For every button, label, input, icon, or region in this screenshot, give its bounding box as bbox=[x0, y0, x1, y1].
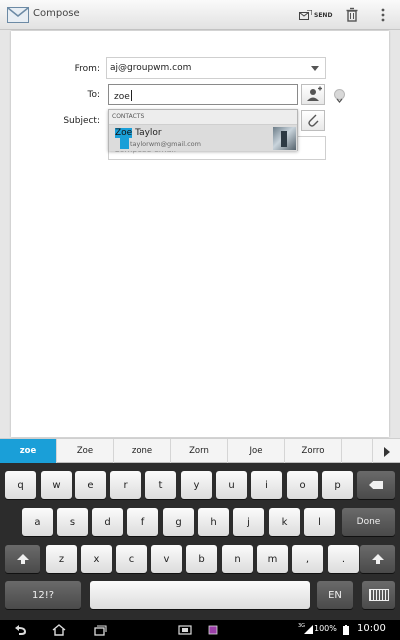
send-icon bbox=[299, 9, 312, 20]
key-x[interactable]: x bbox=[81, 545, 112, 573]
key-g[interactable]: g bbox=[163, 508, 194, 536]
app-title: Compose bbox=[33, 8, 80, 19]
clock: 10:00 bbox=[357, 623, 386, 634]
key-l[interactable]: l bbox=[304, 508, 335, 536]
send-label: SEND bbox=[314, 11, 333, 19]
more-suggestions-arrow-icon[interactable] bbox=[372, 439, 400, 464]
key-a[interactable]: a bbox=[22, 508, 53, 536]
contact-highlight-marker bbox=[120, 138, 129, 149]
trash-icon[interactable] bbox=[343, 6, 361, 24]
shift-key-left[interactable] bbox=[5, 545, 40, 573]
contact-name-match: Zoe bbox=[115, 128, 133, 138]
key-k[interactable]: k bbox=[269, 508, 300, 536]
shift-key-right[interactable] bbox=[360, 545, 395, 573]
key-c[interactable]: c bbox=[116, 545, 147, 573]
text-cursor bbox=[130, 90, 132, 101]
key-comma[interactable]: , bbox=[292, 545, 323, 573]
chevron-down-icon bbox=[311, 66, 319, 71]
contact-name-rest: Taylor bbox=[132, 128, 162, 138]
key-b[interactable]: b bbox=[186, 545, 217, 573]
suggestions-header-bar: CONTACTS bbox=[109, 110, 297, 125]
suggestions-header: CONTACTS bbox=[112, 113, 145, 120]
key-q[interactable]: q bbox=[5, 471, 36, 499]
attach-button[interactable] bbox=[301, 110, 325, 131]
key-period[interactable]: . bbox=[328, 545, 359, 573]
key-d[interactable]: d bbox=[92, 508, 123, 536]
word-suggestion[interactable]: Zoe bbox=[57, 439, 114, 464]
from-account-value: aj@groupwm.com bbox=[110, 63, 192, 73]
word-suggestion[interactable]: Zorro bbox=[285, 439, 342, 464]
key-z[interactable]: z bbox=[46, 545, 77, 573]
to-field-value: zoe bbox=[114, 92, 130, 102]
done-key[interactable]: Done bbox=[342, 508, 395, 536]
backspace-icon[interactable] bbox=[357, 471, 395, 499]
key-f[interactable]: f bbox=[127, 508, 158, 536]
to-field[interactable]: zoe bbox=[108, 84, 298, 105]
key-r[interactable]: r bbox=[110, 471, 141, 499]
key-u[interactable]: u bbox=[216, 471, 247, 499]
keyboard: q w e r t y u i o p a s d f g h j k l Do… bbox=[0, 463, 400, 620]
subject-label: Subject: bbox=[63, 116, 100, 126]
recents-icon[interactable] bbox=[91, 623, 107, 637]
key-i[interactable]: i bbox=[251, 471, 282, 499]
contact-suggestions: CONTACTS Zoe Taylor taylorwm@gmail.com bbox=[108, 109, 298, 151]
key-e[interactable]: e bbox=[75, 471, 106, 499]
from-label: From: bbox=[74, 64, 100, 74]
word-suggestion[interactable]: Joe bbox=[228, 439, 285, 464]
word-suggestion[interactable]: zone bbox=[114, 439, 171, 464]
key-j[interactable]: j bbox=[233, 508, 264, 536]
battery-icon bbox=[343, 625, 349, 635]
key-s[interactable]: s bbox=[57, 508, 88, 536]
word-suggestion-bar: zoe Zoe zone Zorn Joe Zorro bbox=[0, 438, 400, 464]
back-icon[interactable] bbox=[12, 623, 28, 637]
key-v[interactable]: v bbox=[151, 545, 182, 573]
expand-recipients-button[interactable] bbox=[334, 89, 345, 104]
key-w[interactable]: w bbox=[41, 471, 72, 499]
contact-name: Zoe Taylor bbox=[115, 128, 162, 138]
system-navigation-bar: 3G 100% 10:00 bbox=[0, 620, 400, 640]
email-app-icon bbox=[7, 7, 29, 23]
shift-icon bbox=[16, 554, 29, 564]
from-account-select[interactable]: aj@groupwm.com bbox=[106, 57, 326, 79]
send-button[interactable]: SEND bbox=[299, 5, 335, 25]
word-suggestion[interactable]: zoe bbox=[0, 439, 57, 464]
contact-photo bbox=[273, 127, 296, 150]
word-suggestion[interactable]: Zorn bbox=[171, 439, 228, 464]
shift-icon bbox=[371, 554, 384, 564]
key-m[interactable]: m bbox=[257, 545, 288, 573]
space-key[interactable] bbox=[90, 581, 310, 609]
language-key[interactable]: EN bbox=[317, 581, 353, 609]
key-t[interactable]: t bbox=[145, 471, 176, 499]
symbols-key[interactable]: 12!? bbox=[5, 581, 81, 609]
to-label: To: bbox=[87, 90, 100, 100]
app-switch-icon[interactable] bbox=[205, 623, 221, 637]
add-contact-button[interactable] bbox=[301, 84, 325, 105]
overflow-menu-icon[interactable] bbox=[374, 6, 392, 24]
key-y[interactable]: y bbox=[181, 471, 212, 499]
signal-icon bbox=[304, 625, 313, 634]
key-o[interactable]: o bbox=[287, 471, 318, 499]
key-p[interactable]: p bbox=[322, 471, 353, 499]
home-icon[interactable] bbox=[51, 623, 67, 637]
contact-email: taylorwm@gmail.com bbox=[130, 140, 201, 148]
attachment-icon bbox=[308, 114, 319, 127]
screenshot-icon[interactable] bbox=[177, 623, 193, 637]
key-h[interactable]: h bbox=[198, 508, 229, 536]
key-n[interactable]: n bbox=[222, 545, 253, 573]
battery-percent: 100% bbox=[314, 624, 337, 633]
action-bar: Compose SEND bbox=[0, 0, 400, 30]
add-contact-icon bbox=[307, 86, 322, 101]
keyboard-hide-icon[interactable] bbox=[362, 581, 395, 609]
contact-suggestion-item[interactable]: Zoe Taylor taylorwm@gmail.com bbox=[109, 125, 297, 151]
expand-icon bbox=[336, 98, 343, 104]
